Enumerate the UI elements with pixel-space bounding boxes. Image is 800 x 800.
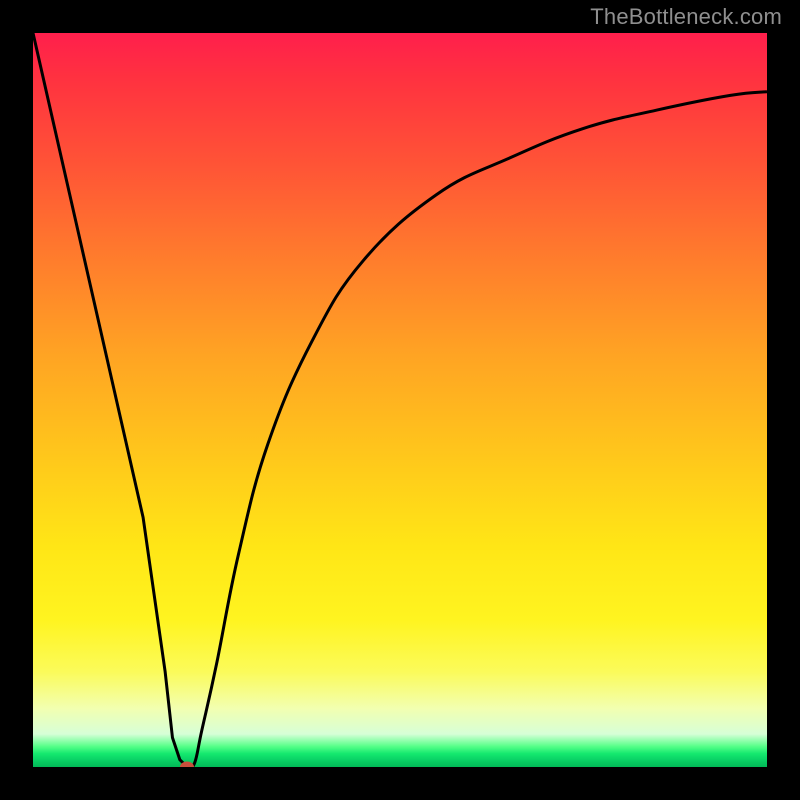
plot-area: [33, 33, 767, 767]
optimal-point-marker: [180, 762, 194, 768]
chart-frame: TheBottleneck.com: [0, 0, 800, 800]
bottleneck-curve: [33, 33, 767, 767]
watermark-label: TheBottleneck.com: [590, 4, 782, 30]
